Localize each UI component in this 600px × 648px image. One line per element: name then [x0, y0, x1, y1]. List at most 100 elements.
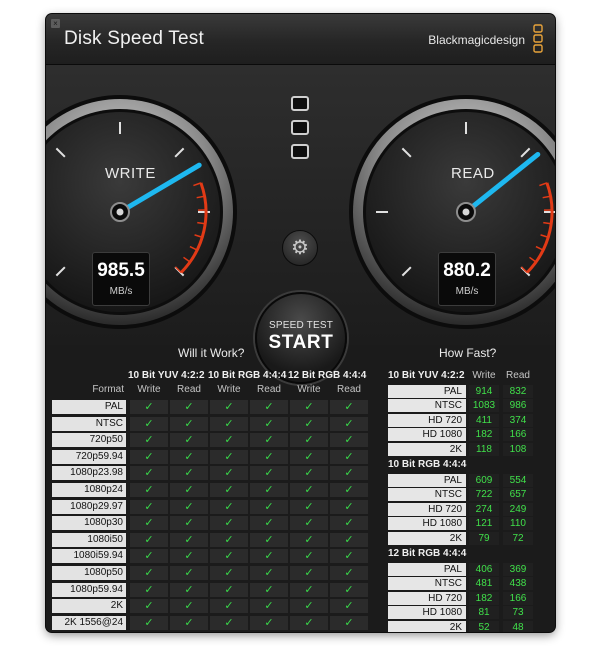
check-icon: ✓	[250, 516, 288, 531]
will-it-work-title: Will it Work?	[178, 346, 245, 360]
check-icon: ✓	[170, 416, 208, 431]
read-speed-cell: 249	[503, 502, 533, 516]
brand-name: Blackmagicdesign	[428, 33, 525, 47]
read-speed-cell: 438	[503, 577, 533, 591]
read-speed-cell: 108	[503, 442, 533, 456]
speed-group-header: 10 Bit RGB 4:4:4	[388, 459, 467, 470]
title-bar: × Disk Speed Test Blackmagicdesign	[46, 14, 555, 65]
write-speed-cell: 121	[469, 517, 499, 531]
speed-row: HD 720 274 249	[388, 502, 548, 516]
format-name: 2K 1556@24	[52, 615, 126, 630]
rgb10-group-header: 10 Bit RGB 4:4:4	[208, 370, 287, 381]
read-speed-cell: 369	[503, 563, 533, 576]
check-icon: ✓	[250, 433, 288, 448]
format-row: 720p50 ✓ ✓ ✓ ✓ ✓ ✓	[52, 433, 369, 448]
speed-group-header: 12 Bit RGB 4:4:4	[388, 548, 467, 559]
format-row: 720p59.94 ✓ ✓ ✓ ✓ ✓ ✓	[52, 449, 369, 464]
check-icon: ✓	[170, 615, 208, 630]
read-speed-cell: 986	[503, 399, 533, 413]
check-icon: ✓	[130, 516, 168, 531]
speed-format-name: NTSC	[388, 399, 466, 413]
speed-row: HD 1080 81 73	[388, 606, 548, 620]
check-icon: ✓	[210, 532, 248, 547]
speed-row: NTSC 1083 986	[388, 399, 548, 413]
close-icon[interactable]: ×	[51, 19, 60, 28]
app-window: × Disk Speed Test Blackmagicdesign WRITE…	[46, 14, 555, 632]
check-icon: ✓	[170, 483, 208, 497]
logo-hole-icon	[291, 96, 309, 111]
check-icon: ✓	[210, 549, 248, 564]
write-speed-cell: 481	[469, 577, 499, 591]
check-icon: ✓	[290, 549, 328, 564]
speed-format-name: HD 720	[388, 413, 466, 427]
write-speed-cell: 52	[469, 620, 499, 632]
check-icon: ✓	[130, 532, 168, 547]
check-icon: ✓	[330, 433, 368, 448]
check-icon: ✓	[130, 416, 168, 431]
write-gauge-label: WRITE	[105, 165, 156, 182]
speed-row: NTSC 722 657	[388, 488, 548, 502]
write-speed-unit: MB/s	[109, 286, 133, 297]
check-icon: ✓	[250, 499, 288, 514]
format-name: 2K 1556@23.98	[52, 599, 126, 625]
check-icon: ✓	[290, 566, 328, 580]
read-speed-cell: 110	[503, 517, 533, 531]
read-speed-readout: 880.2 MB/s	[438, 252, 496, 306]
check-icon: ✓	[330, 449, 368, 464]
write-speed-cell: 118	[469, 442, 499, 456]
rgb10-read-header: Read	[257, 384, 281, 395]
speed-read-header: Read	[506, 370, 530, 381]
format-row: PAL ✓ ✓ ✓ ✓ ✓ ✓	[52, 400, 369, 414]
check-icon: ✓	[210, 449, 248, 464]
write-speed-cell: 182	[469, 428, 499, 442]
write-speed-readout: 985.5 MB/s	[92, 252, 150, 306]
check-icon: ✓	[210, 416, 248, 431]
speed-group-header: 10 Bit YUV 4:2:2	[388, 370, 465, 381]
check-icon: ✓	[170, 499, 208, 514]
format-name: PAL	[52, 400, 126, 414]
speed-row: 2K 79 72	[388, 531, 548, 545]
check-icon: ✓	[290, 582, 328, 597]
speed-format-name: NTSC	[388, 577, 466, 591]
format-name: NTSC	[52, 416, 126, 431]
check-icon: ✓	[210, 615, 248, 630]
check-icon: ✓	[210, 400, 248, 414]
read-speed-cell: 554	[503, 474, 533, 487]
check-icon: ✓	[330, 400, 368, 414]
check-icon: ✓	[290, 483, 328, 497]
check-icon: ✓	[290, 466, 328, 481]
read-speed-cell: 374	[503, 413, 533, 427]
speed-format-name: PAL	[388, 385, 466, 398]
format-name: 720p50	[52, 433, 126, 448]
logo-hole-icon	[291, 144, 309, 159]
format-row: 1080i50 ✓ ✓ ✓ ✓ ✓ ✓	[52, 532, 369, 547]
check-icon: ✓	[170, 449, 208, 464]
check-icon: ✓	[290, 599, 328, 614]
check-icon: ✓	[170, 599, 208, 614]
speed-format-name: PAL	[388, 474, 466, 487]
check-icon: ✓	[210, 582, 248, 597]
write-speed-cell: 79	[469, 531, 499, 545]
check-icon: ✓	[290, 516, 328, 531]
check-icon: ✓	[130, 449, 168, 464]
check-icon: ✓	[330, 549, 368, 564]
format-row: 1080i59.94 ✓ ✓ ✓ ✓ ✓ ✓	[52, 549, 369, 564]
speed-row: PAL 609 554	[388, 474, 548, 487]
format-row: 1080p30 ✓ ✓ ✓ ✓ ✓ ✓	[52, 516, 369, 531]
check-icon: ✓	[330, 582, 368, 597]
check-icon: ✓	[290, 532, 328, 547]
speed-row: PAL 406 369	[388, 563, 548, 576]
check-icon: ✓	[210, 566, 248, 580]
check-icon: ✓	[130, 499, 168, 514]
speed-row: HD 1080 121 110	[388, 517, 548, 531]
write-speed-cell: 81	[469, 606, 499, 620]
check-icon: ✓	[170, 532, 208, 547]
format-name: 1080i50	[52, 532, 126, 547]
format-name: 1080p30	[52, 516, 126, 531]
check-icon: ✓	[130, 549, 168, 564]
settings-button[interactable]: ⚙	[282, 230, 318, 266]
yuv-read-header: Read	[177, 384, 201, 395]
read-speed-cell: 48	[503, 620, 533, 632]
gear-icon: ⚙	[291, 237, 309, 259]
format-row: NTSC ✓ ✓ ✓ ✓ ✓ ✓	[52, 416, 369, 431]
